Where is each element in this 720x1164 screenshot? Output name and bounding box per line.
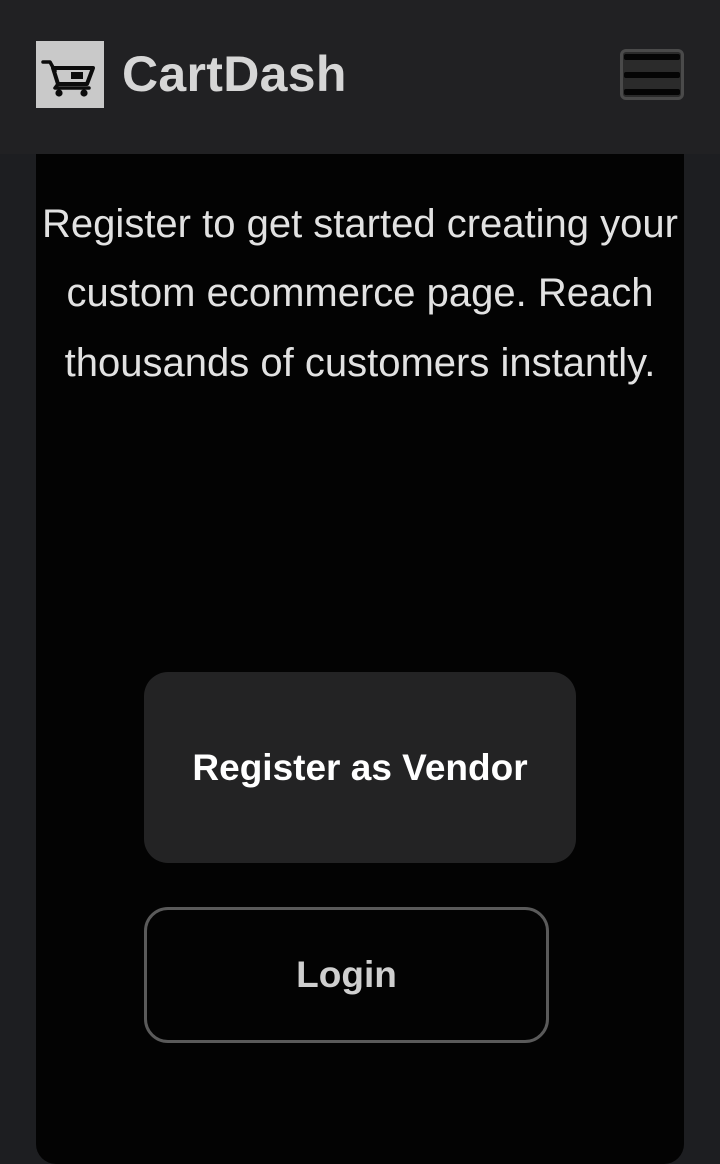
hamburger-menu-icon-middle-bar xyxy=(624,71,680,78)
login-button-label: Login xyxy=(296,954,397,995)
login-button[interactable]: Login xyxy=(144,907,549,1043)
register-vendor-button[interactable]: Register as Vendor xyxy=(144,672,576,863)
register-vendor-button-label: Register as Vendor xyxy=(192,747,528,788)
intro-text: Register to get started creating your cu… xyxy=(36,190,684,398)
hamburger-menu-icon-bottom-bar xyxy=(624,89,680,95)
register-card: Register to get started creating your cu… xyxy=(36,154,684,1164)
menu-button[interactable] xyxy=(620,49,684,100)
shopping-cart-icon xyxy=(41,60,95,97)
brand-name[interactable]: CartDash xyxy=(122,44,347,104)
intro-text-content: Register to get started creating your cu… xyxy=(42,202,678,385)
top-navbar: CartDash xyxy=(0,0,720,154)
hamburger-menu-icon xyxy=(624,54,680,60)
logo[interactable] xyxy=(36,41,104,108)
